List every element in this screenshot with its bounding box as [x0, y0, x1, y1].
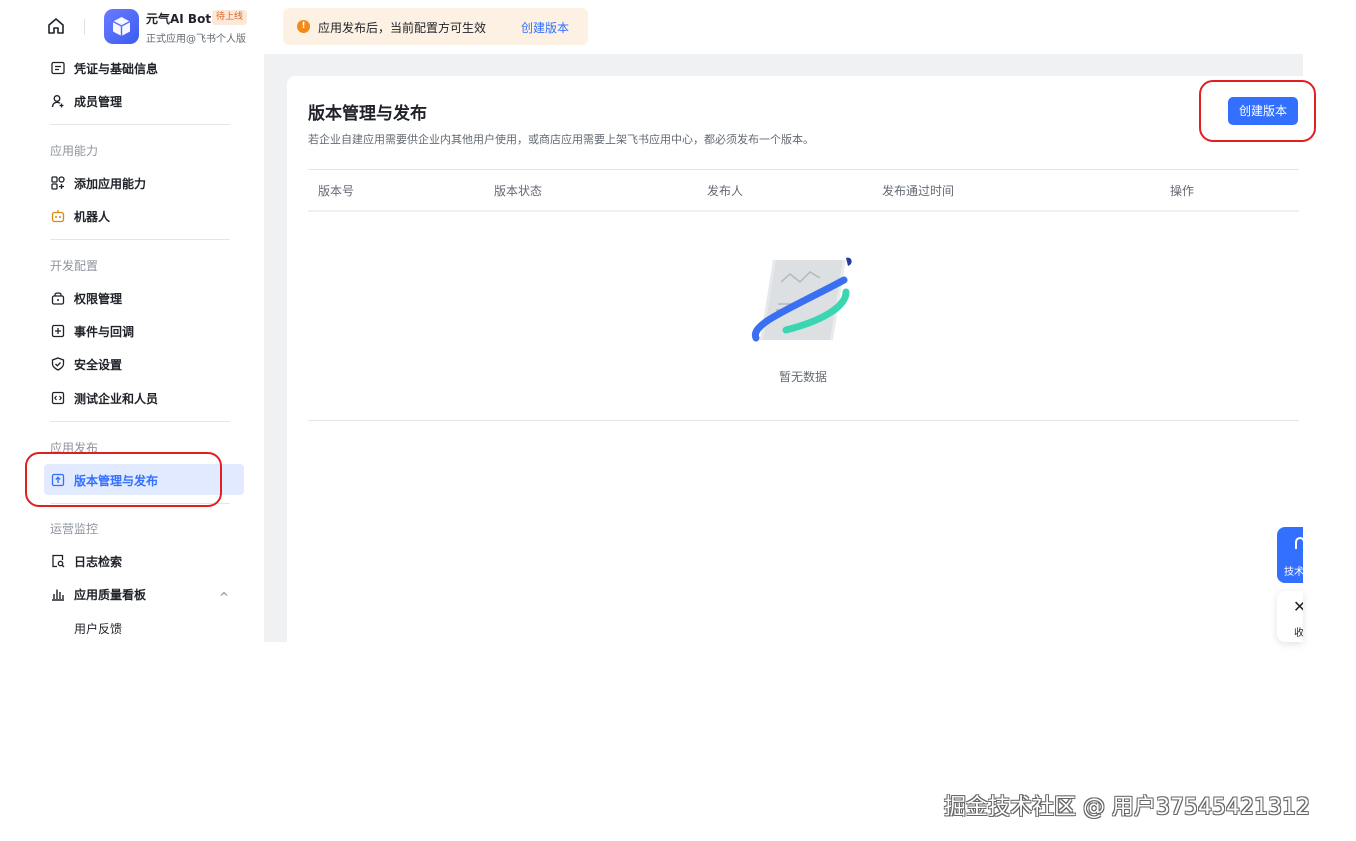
sidebar-item-test-org[interactable]: 测试企业和人员 [50, 389, 158, 407]
home-icon[interactable] [46, 16, 66, 36]
sidebar-item-label: 安全设置 [74, 357, 123, 372]
divider [84, 19, 85, 35]
tech-support-button[interactable]: 技术支持 [1277, 527, 1303, 583]
sidebar-item-security[interactable]: 安全设置 [50, 355, 122, 373]
warning-icon: ! [297, 20, 310, 33]
member-icon [50, 94, 65, 109]
empty-state-text: 暂无数据 [779, 370, 828, 384]
sidebar-item-add-capability[interactable]: 添加应用能力 [50, 174, 146, 192]
sidebar-item-events[interactable]: 事件与回调 [50, 322, 134, 340]
section-title: 应用能力 [50, 144, 99, 158]
page-description: 若企业自建应用需要供企业内其他用户使用，或商店应用需要上架飞书应用中心，都必须发… [308, 133, 814, 146]
credential-icon [50, 61, 65, 76]
table-bottom-border [308, 420, 1299, 421]
lock-icon [50, 291, 65, 306]
log-search-icon [50, 554, 65, 569]
sidebar-item-label: 凭证与基础信息 [74, 61, 159, 76]
divider [50, 239, 230, 240]
sidebar-item-credentials[interactable]: 凭证与基础信息 [50, 59, 158, 77]
sidebar-item-quality-dashboard[interactable]: 应用质量看板 [50, 585, 146, 603]
page-title: 版本管理与发布 [308, 104, 427, 124]
event-icon [50, 324, 65, 339]
column-header-version: 版本号 [318, 184, 355, 198]
sidebar-item-label: 权限管理 [74, 291, 123, 306]
sidebar-item-robot[interactable]: 机器人 [50, 207, 110, 225]
headset-icon [1295, 537, 1303, 549]
watermark: 掘金技术社区 @ 用户37545421312 [944, 795, 1310, 820]
content-card [287, 76, 1303, 642]
chevron-up-icon[interactable] [218, 588, 230, 600]
divider [50, 421, 230, 422]
cube-icon [112, 17, 131, 36]
table-top-border [308, 169, 1299, 170]
collapse-button[interactable]: ✕ 收起 [1277, 591, 1303, 642]
column-header-actions: 操作 [1170, 184, 1195, 198]
chart-icon [50, 587, 65, 602]
app-name: 元气AI Bot [146, 12, 212, 26]
sidebar-item-log-search[interactable]: 日志检索 [50, 552, 122, 570]
sidebar-item-label: 事件与回调 [74, 324, 135, 339]
column-header-approval-time: 发布通过时间 [882, 184, 955, 198]
code-icon [50, 391, 65, 406]
table-header-border [308, 210, 1299, 212]
sidebar-item-members[interactable]: 成员管理 [50, 92, 122, 110]
status-badge: 待上线 [212, 10, 248, 25]
annotation-circle [25, 452, 222, 507]
shield-icon [50, 357, 65, 372]
annotation-circle [1199, 80, 1316, 142]
notice-banner: ! 应用发布后，当前配置方可生效 创建版本 [283, 8, 588, 45]
tech-support-label: 技术支持 [1284, 567, 1303, 578]
sidebar [0, 54, 264, 642]
sidebar-item-permissions[interactable]: 权限管理 [50, 289, 122, 307]
app-logo [104, 9, 139, 44]
empty-state-illustration [751, 257, 852, 342]
column-header-status: 版本状态 [494, 184, 543, 198]
notice-text: 应用发布后，当前配置方可生效 [318, 21, 487, 35]
divider [50, 124, 230, 125]
sidebar-item-label: 机器人 [74, 209, 111, 224]
sidebar-item-label: 应用质量看板 [74, 587, 147, 602]
notice-create-version-link[interactable]: 创建版本 [521, 19, 569, 36]
top-bar: 元气AI Bot 待上线 正式应用@飞书个人版 ! 应用发布后，当前配置方可生效… [0, 0, 1303, 54]
column-header-publisher: 发布人 [707, 184, 744, 198]
section-title: 运营监控 [50, 522, 99, 536]
sidebar-item-user-feedback[interactable]: 用户反馈 [74, 620, 122, 637]
close-icon: ✕ [1293, 597, 1303, 616]
app-subtitle: 正式应用@飞书个人版 [146, 34, 246, 45]
sidebar-item-label: 添加应用能力 [74, 176, 147, 191]
sidebar-item-label: 日志检索 [74, 554, 123, 569]
sidebar-item-label: 成员管理 [74, 94, 123, 109]
collapse-label: 收起 [1294, 628, 1303, 639]
robot-icon [50, 209, 65, 224]
section-title: 开发配置 [50, 259, 99, 273]
sidebar-item-label: 测试企业和人员 [74, 391, 159, 406]
apps-icon [50, 176, 65, 191]
